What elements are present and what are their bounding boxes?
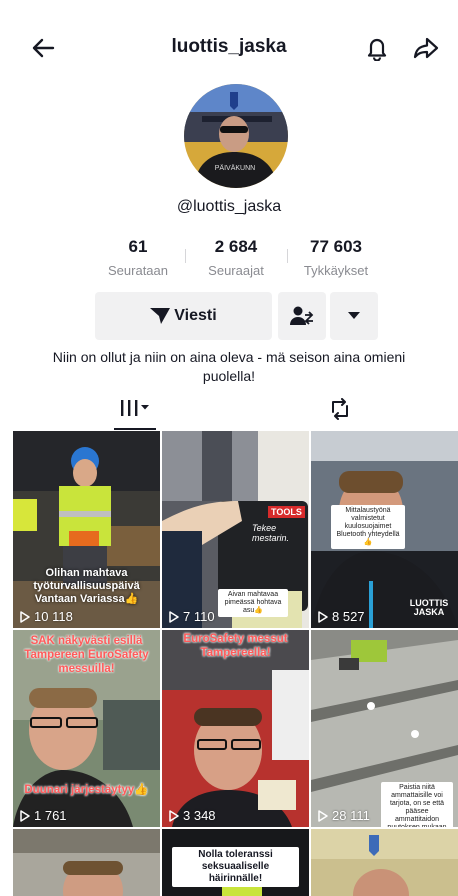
video-preview <box>13 829 160 896</box>
profile-tabs <box>0 394 458 430</box>
share-icon[interactable] <box>410 32 442 64</box>
video-thumbnail[interactable]: SAK näkyvästi esillä Tampereen EuroSafet… <box>13 630 160 827</box>
profile-stats: 61 Seurataan 2 684 Seuraajat 77 603 Tykk… <box>90 237 380 283</box>
video-caption: Aivan mahtavaa pimeässä hohtava asu👍 <box>218 589 288 617</box>
video-caption: SAK näkyvästi esillä Tampereen EuroSafet… <box>24 635 149 675</box>
video-thumbnail[interactable]: Nolla toleranssi seksuaaliselle häirinnä… <box>162 829 309 896</box>
video-thumbnail[interactable] <box>13 829 160 896</box>
stat-likes-label: Tykkäykset <box>303 263 369 278</box>
view-count-value: 7 110 <box>183 609 215 624</box>
send-icon <box>150 308 171 324</box>
video-caption: EuroSafety messut Tampereella! <box>183 633 288 659</box>
sign-text: Tekee mestarin. <box>252 523 290 543</box>
view-count: 8 527 <box>318 609 365 624</box>
more-options-button[interactable] <box>330 292 378 340</box>
stat-followers[interactable]: 2 684 Seuraajat <box>188 237 284 278</box>
svg-text:PÄIVÄKUNN: PÄIVÄKUNN <box>215 164 255 172</box>
view-count: 3 348 <box>169 808 216 823</box>
video-preview <box>311 829 458 896</box>
video-thumbnail[interactable]: TOOLS Tekee mestarin. Aivan mahtavaa pim… <box>162 431 309 628</box>
logo-text: LUOTTIS JASKA <box>409 598 449 617</box>
view-count: 28 111 <box>318 808 370 823</box>
stat-divider <box>185 249 186 263</box>
play-icon <box>318 610 328 623</box>
top-bar: luottis_jaska <box>0 30 458 66</box>
video-caption: Mittalaustyönä valmistetut kuulosuojaime… <box>331 505 405 549</box>
stat-following-label: Seurataan <box>108 263 168 278</box>
stat-followers-value: 2 684 <box>214 237 258 256</box>
stat-likes[interactable]: 77 603 Tykkäykset <box>288 237 384 278</box>
video-caption: Paistia niitä ammattaisille voi tarjota,… <box>381 782 453 827</box>
repost-icon <box>332 398 348 420</box>
video-caption: Olihan mahtava työturvallisuuspäivä Vant… <box>33 567 140 605</box>
avatar[interactable]: PÄIVÄKUNN <box>184 84 288 188</box>
active-tab-indicator <box>114 428 156 430</box>
caret-down-icon <box>348 312 360 319</box>
video-thumbnail[interactable] <box>311 829 458 896</box>
video-grid: Olihan mahtava työturvallisuuspäivä Vant… <box>13 431 458 896</box>
video-thumbnail[interactable]: Mittalaustyönä valmistetut kuulosuojaime… <box>311 431 458 628</box>
stat-following-value: 61 <box>128 237 148 256</box>
view-count: 10 118 <box>20 609 73 624</box>
message-button-label: Viesti <box>174 307 217 324</box>
play-icon <box>318 809 328 822</box>
profile-bio: Niin on ollut ja niin on aina oleva - mä… <box>52 349 406 384</box>
video-caption: Nolla toleranssi seksuaaliselle häirinnä… <box>172 847 299 887</box>
video-caption-secondary: Duunari järjestäytyy👍 <box>24 784 149 796</box>
stat-following[interactable]: 61 Seurataan <box>90 237 186 278</box>
view-count-value: 1 761 <box>34 808 67 823</box>
message-button[interactable]: Viesti <box>95 292 272 340</box>
tab-reposts[interactable] <box>324 398 356 426</box>
bell-icon[interactable] <box>362 32 392 64</box>
play-icon <box>169 809 179 822</box>
view-count-value: 10 118 <box>34 609 73 624</box>
suggested-accounts-button[interactable] <box>278 292 326 340</box>
play-icon <box>169 610 179 623</box>
view-count: 7 110 <box>169 609 215 624</box>
profile-handle: @luottis_jaska <box>176 198 282 215</box>
play-icon <box>20 610 30 623</box>
view-count: 1 761 <box>20 808 67 823</box>
sign-text: TOOLS <box>268 506 305 518</box>
tab-videos[interactable] <box>112 398 158 430</box>
stat-likes-value: 77 603 <box>310 237 362 256</box>
video-thumbnail[interactable]: Olihan mahtava työturvallisuuspäivä Vant… <box>13 431 160 628</box>
view-count-value: 28 111 <box>332 808 370 823</box>
play-icon <box>20 809 30 822</box>
grid-icon <box>121 400 149 416</box>
stat-followers-label: Seuraajat <box>208 263 264 278</box>
view-count-value: 8 527 <box>332 609 365 624</box>
video-thumbnail[interactable]: Paistia niitä ammattaisille voi tarjota,… <box>311 630 458 827</box>
person-swap-icon <box>290 306 314 325</box>
video-thumbnail[interactable]: EuroSafety messut Tampereella! 3 348 <box>162 630 309 827</box>
view-count-value: 3 348 <box>183 808 216 823</box>
